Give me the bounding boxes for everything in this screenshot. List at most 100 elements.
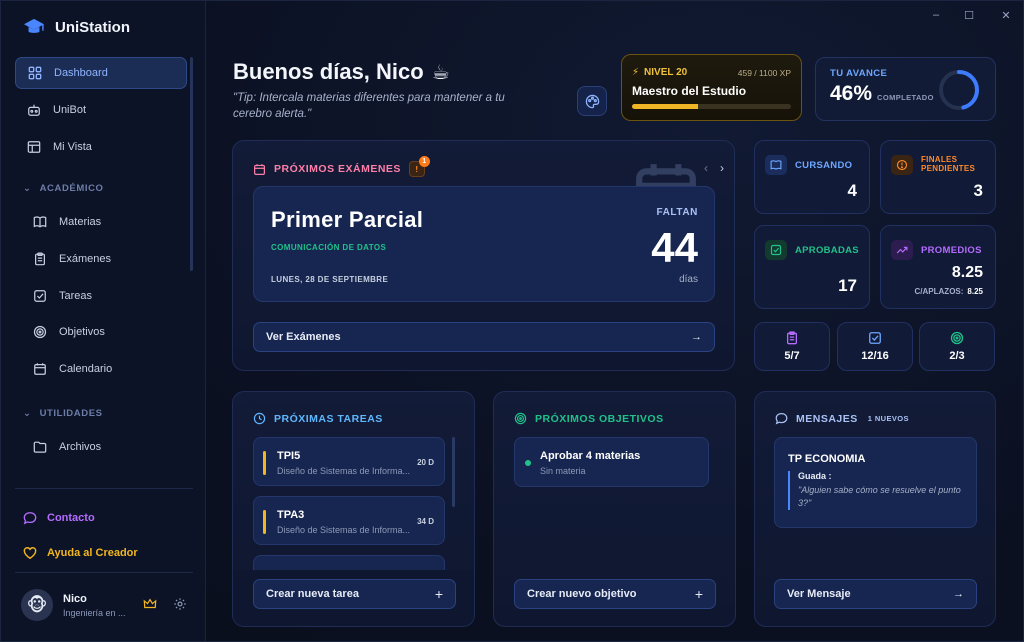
messages-title-text: MENSAJES: [796, 412, 858, 425]
task-subject: Diseño de Sistemas de Informa...: [277, 466, 411, 476]
tasks-scrollbar[interactable]: [452, 437, 455, 507]
close-button[interactable]: ✕: [996, 7, 1016, 23]
sidebar-item-dashboard[interactable]: Dashboard: [15, 57, 187, 89]
mini-stat-exams[interactable]: 5/7: [754, 322, 830, 371]
sidebar-item-label: Exámenes: [59, 253, 111, 265]
contact-link[interactable]: Contacto: [23, 511, 95, 525]
help-label: Ayuda al Creador: [47, 547, 138, 559]
message-title: TP ECONOMIA: [788, 453, 866, 465]
messages-title: MENSAJES 1 NUEVOS: [775, 412, 909, 425]
mini-stat-goals[interactable]: 2/3: [919, 322, 995, 371]
goal-title: Aprobar 4 materias: [540, 450, 641, 462]
progress-suffix: COMPLETADO: [877, 93, 934, 102]
new-messages-badge: 1 NUEVOS: [867, 414, 909, 423]
user-profile[interactable]: 🐵 Nico Ingeniería en ...: [21, 589, 126, 621]
section-academico[interactable]: ⌄ ACADÉMICO: [23, 183, 104, 194]
exams-card: PRÓXIMOS EXÁMENES ! 1 ‹ › Primer Parcial…: [232, 140, 735, 371]
gear-icon[interactable]: [173, 597, 187, 611]
user-career: Ingeniería en ...: [63, 607, 126, 618]
chevron-down-icon: ⌄: [23, 408, 32, 419]
chevron-left-icon[interactable]: ‹: [704, 161, 708, 175]
sidebar-item-examenes[interactable]: Exámenes: [21, 243, 193, 275]
section-utilidades[interactable]: ⌄ UTILIDADES: [23, 408, 103, 419]
user-actions: [143, 597, 187, 611]
task-item[interactable]: TPI5 Diseño de Sistemas de Informa... 20…: [253, 437, 445, 486]
message-quote: Guada : "Alguien sabe cómo se resuelve e…: [788, 471, 968, 511]
sidebar-item-label: Mi Vista: [53, 141, 92, 153]
chevron-right-icon[interactable]: ›: [720, 161, 724, 175]
divider: [15, 488, 193, 489]
task-item[interactable]: TPA3 Diseño de Sistemas de Informa... 34…: [253, 496, 445, 545]
stat-label: PROMEDIOS: [891, 240, 982, 260]
avatar: 🐵: [21, 589, 53, 621]
goals-card: PRÓXIMOS OBJETIVOS Aprobar 4 materias Si…: [493, 391, 736, 627]
chat-bubble-icon: [23, 512, 37, 525]
goals-title: PRÓXIMOS OBJETIVOS: [514, 412, 664, 425]
level-progress-bar: [632, 104, 791, 109]
sidebar-item-unibot[interactable]: UniBot: [15, 94, 187, 126]
plus-icon: +: [694, 586, 703, 602]
stat-sub-value: 8.25: [967, 287, 983, 296]
theme-palette-button[interactable]: [577, 86, 607, 116]
clipboard-icon: [786, 331, 798, 345]
next-exam-panel[interactable]: Primer Parcial COMUNICACIÓN DE DATOS LUN…: [253, 186, 715, 302]
progress-card[interactable]: TU AVANCE 46% COMPLETADO: [815, 57, 996, 121]
sidebar-item-calendario[interactable]: Calendario: [21, 353, 193, 385]
goal-item[interactable]: Aprobar 4 materias Sin materia: [514, 437, 709, 487]
heart-icon: [23, 547, 37, 560]
sidebar-item-label: Objetivos: [59, 326, 105, 338]
sidebar-item-label: Archivos: [59, 441, 102, 453]
level-title: ⚡ NIVEL 20: [632, 67, 687, 78]
priority-bar: [263, 510, 266, 534]
clipboard-icon: [35, 252, 45, 266]
exam-subject: COMUNICACIÓN DE DATOS: [271, 243, 387, 252]
sidebar-item-tareas[interactable]: Tareas: [21, 280, 193, 312]
trending-up-icon: [891, 240, 913, 260]
create-goal-button[interactable]: Crear nuevo objetivo +: [514, 579, 716, 609]
exam-name: Primer Parcial: [271, 207, 424, 232]
clock-icon: [253, 412, 266, 425]
priority-bar: [263, 451, 266, 475]
sidebar-item-materias[interactable]: Materias: [21, 206, 193, 238]
task-days-left: 34 D: [417, 517, 434, 526]
book-icon: [33, 216, 47, 228]
alert-badge[interactable]: ! 1: [408, 156, 430, 177]
crown-icon[interactable]: [143, 597, 157, 611]
palette-icon: [585, 94, 599, 108]
sidebar-scrollbar[interactable]: [190, 57, 193, 271]
stat-finales[interactable]: FINALES PENDIENTES 3: [880, 140, 996, 214]
sidebar-item-mi-vista[interactable]: Mi Vista: [15, 131, 187, 163]
sidebar-item-archivos[interactable]: Archivos: [21, 431, 193, 463]
section-title: UTILIDADES: [39, 408, 103, 419]
message-item[interactable]: TP ECONOMIA Guada : "Alguien sabe cómo s…: [774, 437, 977, 528]
stat-promedios[interactable]: PROMEDIOS 8.25 C/APLAZOS: 8.25: [880, 225, 996, 309]
mini-stat-tasks[interactable]: 12/16: [837, 322, 913, 371]
minimize-button[interactable]: –: [926, 7, 946, 23]
brand[interactable]: UniStation: [23, 17, 130, 37]
message-author: Guada :: [798, 471, 832, 481]
arrow-right-icon: →: [953, 588, 964, 600]
stat-label-text: CURSANDO: [795, 159, 853, 171]
create-goal-label: Crear nuevo objetivo: [527, 588, 637, 600]
stat-cursando[interactable]: CURSANDO 4: [754, 140, 870, 214]
message-text: "Alguien sabe cómo se resuelve el punto …: [798, 485, 961, 509]
level-card[interactable]: ⚡ NIVEL 20 459 / 1100 XP Maestro del Est…: [621, 54, 802, 121]
view-exams-label: Ver Exámenes: [266, 331, 341, 343]
help-creator-link[interactable]: Ayuda al Creador: [23, 546, 138, 560]
coffee-icon: ☕: [431, 61, 450, 84]
view-exams-button[interactable]: Ver Exámenes →: [253, 322, 715, 352]
stat-sub: C/APLAZOS: 8.25: [915, 287, 983, 296]
stat-aprobadas[interactable]: APROBADAS 17: [754, 225, 870, 309]
maximize-button[interactable]: ☐: [959, 7, 979, 23]
create-task-label: Crear nueva tarea: [266, 588, 359, 600]
tasks-title-text: PRÓXIMAS TAREAS: [274, 412, 383, 425]
mini-stat-value: 12/16: [861, 350, 889, 362]
view-message-button[interactable]: Ver Mensaje →: [774, 579, 977, 609]
stat-value: 4: [847, 181, 857, 200]
create-task-button[interactable]: Crear nueva tarea +: [253, 579, 456, 609]
sidebar-item-objetivos[interactable]: Objetivos: [21, 316, 193, 348]
status-dot: [525, 460, 531, 466]
stat-label: CURSANDO: [765, 155, 852, 175]
exam-countdown-unit: días: [679, 274, 698, 285]
sidebar-item-label: Tareas: [59, 290, 93, 302]
